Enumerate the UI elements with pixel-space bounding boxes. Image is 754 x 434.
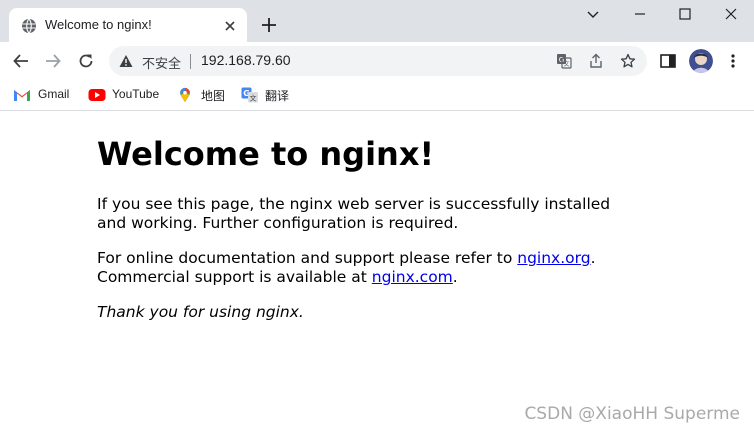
page-heading: Welcome to nginx! — [97, 135, 435, 173]
profile-avatar[interactable] — [689, 49, 713, 73]
bookmark-translate[interactable]: G 文 翻译 — [241, 85, 293, 105]
bookmark-label: 翻译 — [265, 89, 290, 103]
nginx-com-link[interactable]: nginx.com — [372, 268, 453, 286]
address-bar[interactable]: 不安全 192.168.79.60 G 文 — [109, 46, 647, 76]
back-arrow-icon[interactable] — [12, 52, 30, 70]
close-icon[interactable] — [223, 19, 237, 33]
bookmark-gmail[interactable]: Gmail — [13, 85, 75, 105]
bookmark-label: YouTube — [112, 87, 160, 101]
tab-strip: Welcome to nginx! — [0, 0, 754, 42]
svg-text:文: 文 — [563, 60, 569, 68]
intro-paragraph: If you see this page, the nginx web serv… — [97, 195, 611, 232]
chevron-down-icon[interactable] — [585, 6, 601, 22]
svg-text:文: 文 — [250, 94, 257, 103]
commercial-period: . — [452, 268, 458, 286]
page-viewport: Welcome to nginx! If you see this page, … — [0, 112, 754, 434]
reload-icon[interactable] — [77, 52, 95, 70]
forward-arrow-icon[interactable] — [44, 52, 62, 70]
minimize-icon[interactable] — [632, 6, 648, 22]
globe-icon — [22, 18, 36, 34]
translate-icon: G 文 — [241, 87, 258, 103]
warning-triangle-icon[interactable] — [119, 54, 133, 68]
bookmark-label: 地图 — [201, 89, 226, 103]
docs-paragraph: For online documentation and support ple… — [97, 249, 617, 287]
bookmark-maps[interactable]: 地图 — [178, 85, 228, 105]
watermark: CSDN @XiaoHH Superme — [524, 404, 740, 424]
gmail-icon — [14, 90, 30, 101]
new-tab-plus-icon[interactable] — [260, 16, 278, 34]
bookmark-youtube[interactable]: YouTube — [88, 85, 164, 105]
window-close-icon[interactable] — [723, 6, 739, 22]
maximize-icon[interactable] — [677, 6, 693, 22]
docs-text: For online documentation and support ple… — [97, 249, 518, 267]
side-panel-icon[interactable] — [659, 52, 677, 70]
translate-page-icon[interactable]: G 文 — [556, 53, 572, 69]
browser-chrome: Welcome to nginx! 不安全 192.168.79.60 G 文 … — [0, 0, 754, 112]
maps-icon — [180, 87, 190, 103]
omnibox-separator — [190, 54, 191, 69]
youtube-icon — [88, 89, 106, 101]
bookmarks-bar: Gmail YouTube 地图 G 文 翻译 — [0, 80, 754, 111]
toolbar: 不安全 192.168.79.60 G 文 — [0, 42, 754, 80]
commercial-text: Commercial support is available at — [97, 268, 372, 286]
security-label[interactable]: 不安全 — [142, 53, 181, 72]
star-bookmark-icon[interactable] — [620, 53, 636, 69]
url-text[interactable]: 192.168.79.60 — [201, 52, 291, 68]
share-icon[interactable] — [588, 53, 604, 69]
tab-title: Welcome to nginx! — [45, 17, 152, 32]
more-menu-icon[interactable] — [724, 52, 742, 70]
nginx-org-link[interactable]: nginx.org — [517, 249, 590, 267]
avatar-image — [689, 49, 713, 73]
thanks-paragraph: Thank you for using nginx. — [97, 303, 304, 321]
docs-period: . — [590, 249, 596, 267]
tab-active[interactable]: Welcome to nginx! — [9, 8, 247, 42]
bookmark-label: Gmail — [38, 87, 70, 101]
